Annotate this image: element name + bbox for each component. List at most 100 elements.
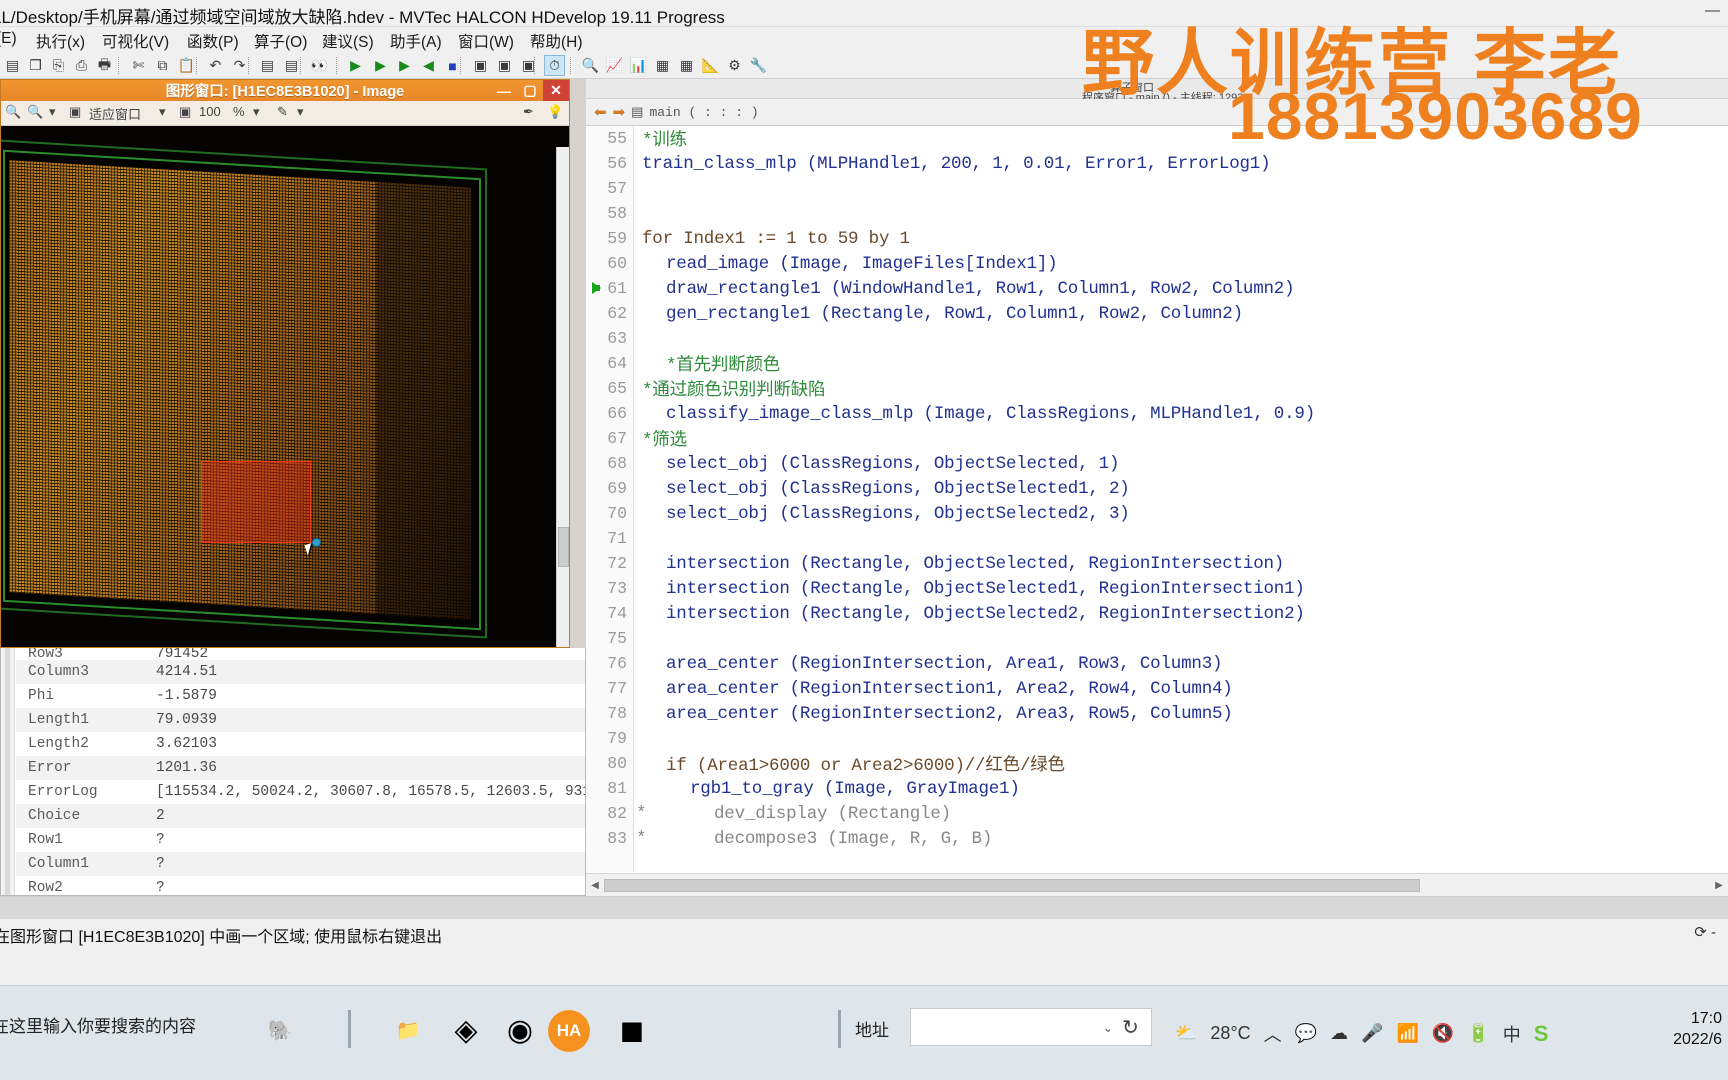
graphics-canvas[interactable] bbox=[1, 126, 569, 647]
code-line[interactable]: 58 bbox=[586, 201, 1728, 226]
menu-item-4[interactable]: 算子(O) bbox=[254, 30, 307, 52]
code-line[interactable]: 76 area_center (RegionIntersection, Area1… bbox=[586, 651, 1728, 676]
menu-item-0[interactable]: (E) bbox=[0, 30, 17, 48]
scroll-left-arrow-icon[interactable]: ◀ bbox=[588, 878, 602, 893]
selection-rectangle[interactable] bbox=[201, 461, 311, 543]
code-line[interactable]: 67 *筛选 bbox=[586, 426, 1728, 451]
fit-dropdown-chevron-icon[interactable]: ▾ bbox=[159, 104, 166, 120]
save-icon[interactable]: ▤ bbox=[2, 55, 23, 76]
code-line[interactable]: 73 intersection (Rectangle, ObjectSelecte… bbox=[586, 576, 1728, 601]
code-line[interactable]: 56 train_class_mlp (MLPHandle1, 200, 1, 0… bbox=[586, 151, 1728, 176]
reset-icon[interactable]: ▣ bbox=[470, 55, 491, 76]
code-line[interactable]: 65 *通过颜色识别判断缺陷 bbox=[586, 376, 1728, 401]
temperature-label[interactable]: 28°C bbox=[1210, 1023, 1250, 1044]
code-line[interactable]: 81 rgb1_to_gray (Image, GrayImage1) bbox=[586, 776, 1728, 801]
menu-item-2[interactable]: 可视化(V) bbox=[102, 30, 169, 52]
fit-window-icon[interactable]: ▣ bbox=[69, 104, 81, 120]
zoom-level-value[interactable]: 100 bbox=[199, 104, 221, 119]
code-line[interactable]: 69 select_obj (ClassRegions, ObjectSelect… bbox=[586, 476, 1728, 501]
nav-forward-icon[interactable]: ➡ bbox=[613, 103, 626, 121]
measure-icon[interactable]: 📐 bbox=[700, 55, 721, 76]
taskbar-clock[interactable]: 17:0 2022/6 bbox=[1673, 1008, 1722, 1050]
inspect-icon[interactable]: 🔍 bbox=[580, 55, 601, 76]
minimize-button[interactable]: — bbox=[1705, 2, 1720, 19]
address-refresh-button[interactable]: ↻ bbox=[1110, 1008, 1152, 1046]
current-procedure-label[interactable]: main ( : : : ) bbox=[649, 105, 758, 120]
variable-row[interactable]: ErrorLog [115534.2, 50024.2, 30607.8, 165… bbox=[16, 780, 585, 804]
timer-icon[interactable]: ⏱ bbox=[544, 55, 565, 76]
address-bar-input[interactable]: ⌄ bbox=[910, 1008, 1125, 1046]
app-icon[interactable]: ◼ bbox=[604, 1002, 660, 1058]
variable-panel-scrollbar[interactable] bbox=[1, 648, 15, 895]
variable-row[interactable]: Row3 791452 bbox=[16, 648, 585, 660]
halcon-icon[interactable]: HA bbox=[548, 1010, 590, 1052]
menu-item-5[interactable]: 建议(S) bbox=[322, 30, 374, 52]
variable-row[interactable]: Length1 79.0939 bbox=[16, 708, 585, 732]
tool-icon[interactable]: 🔧 bbox=[748, 55, 769, 76]
export-icon[interactable]: ⎘ bbox=[48, 55, 69, 76]
zoom-out-icon[interactable]: 🔍 bbox=[5, 104, 21, 120]
variable-row[interactable]: Row1? bbox=[16, 828, 585, 852]
pointer-tool-icon[interactable]: ✒ bbox=[523, 104, 534, 120]
variable-row[interactable]: Choice 2 bbox=[16, 804, 585, 828]
cut-icon[interactable]: ✄ bbox=[128, 55, 149, 76]
save-as-icon[interactable]: ❐ bbox=[25, 55, 46, 76]
cortana-elephant-icon[interactable]: 🐘 bbox=[252, 1002, 308, 1058]
paste-icon[interactable]: 📋 bbox=[176, 55, 197, 76]
zoom-dropdown-chevron-icon[interactable]: ▾ bbox=[49, 104, 56, 120]
graphics-vertical-scrollbar[interactable] bbox=[556, 147, 569, 647]
code-line[interactable]: 63 bbox=[586, 326, 1728, 351]
code-line[interactable]: * 82 dev_display (Rectangle) bbox=[586, 801, 1728, 826]
wifi-icon[interactable]: 📶 bbox=[1396, 1023, 1418, 1044]
uncomment-icon[interactable]: ▤ bbox=[281, 55, 302, 76]
zoom-level-chevron-icon[interactable]: ▾ bbox=[253, 104, 260, 120]
onedrive-icon[interactable]: ☁ bbox=[1330, 1023, 1348, 1044]
code-horizontal-scrollbar[interactable]: ◀ ▶ bbox=[586, 873, 1728, 896]
code-line[interactable]: 59 for Index1 := 1 to 59 by 1 bbox=[586, 226, 1728, 251]
binocular-icon[interactable]: 👀 bbox=[309, 55, 330, 76]
step-over-icon[interactable]: ▶ bbox=[370, 55, 391, 76]
calib-icon[interactable]: ⚙ bbox=[724, 55, 745, 76]
breakpoint-icon[interactable]: ▣ bbox=[518, 55, 539, 76]
code-editor[interactable]: 55 *训练 56 train_class_mlp (MLPHandle1, 200,… bbox=[586, 126, 1728, 872]
variable-row[interactable]: Phi -1.5879 bbox=[16, 684, 585, 708]
copy-icon[interactable]: ⧉ bbox=[152, 55, 173, 76]
taskbar-search-input[interactable]: 在这里输入你要搜索的内容 bbox=[0, 1012, 196, 1037]
code-line[interactable]: 62 gen_rectangle1 (Rectangle, Row1, Colum… bbox=[586, 301, 1728, 326]
profile-icon[interactable]: 📈 bbox=[604, 55, 625, 76]
code-line[interactable]: 80 if (Area1>6000 or Area2>6000)//红色/绿色 bbox=[586, 751, 1728, 776]
code-line[interactable]: 74 intersection (Rectangle, ObjectSelecte… bbox=[586, 601, 1728, 626]
draw-color-icon[interactable]: ✎ bbox=[277, 104, 288, 120]
code-line[interactable]: 60 read_image (Image, ImageFiles[Index1]) bbox=[586, 251, 1728, 276]
undo-icon[interactable]: ↶ bbox=[205, 55, 226, 76]
code-line[interactable]: 71 bbox=[586, 526, 1728, 551]
import-icon[interactable]: ⎙ bbox=[71, 55, 92, 76]
microphone-icon[interactable]: 🎤 bbox=[1361, 1023, 1383, 1044]
code-line[interactable]: 77 area_center (RegionIntersection1, Area… bbox=[586, 676, 1728, 701]
code-line[interactable]: 75 bbox=[586, 626, 1728, 651]
step-into-icon[interactable]: ▶ bbox=[394, 55, 415, 76]
graphics-minimize-button[interactable]: — bbox=[491, 80, 517, 101]
light-bulb-icon[interactable]: 💡 bbox=[547, 104, 563, 120]
variable-row[interactable]: Error 1201.36 bbox=[16, 756, 585, 780]
zoom-in-icon[interactable]: 🔍 bbox=[27, 104, 43, 120]
graphics-close-button[interactable]: ✕ bbox=[543, 80, 569, 101]
variable-row[interactable]: Column3 4214.51 bbox=[16, 660, 585, 684]
code-line[interactable]: 57 bbox=[586, 176, 1728, 201]
code-line[interactable]: 70 select_obj (ClassRegions, ObjectSelect… bbox=[586, 501, 1728, 526]
scroll-right-arrow-icon[interactable]: ▶ bbox=[1712, 878, 1726, 893]
code-scroll-thumb[interactable] bbox=[604, 879, 1420, 892]
step-out-icon[interactable]: ◀ bbox=[418, 55, 439, 76]
selection-handle[interactable] bbox=[312, 538, 321, 547]
code-line[interactable]: 66 classify_image_class_mlp (Image, Class… bbox=[586, 401, 1728, 426]
code-line[interactable]: * 83 decompose3 (Image, R, G, B) bbox=[586, 826, 1728, 851]
code-line[interactable]: 79 bbox=[586, 726, 1728, 751]
run-icon[interactable]: ▶ bbox=[345, 55, 366, 76]
draw-dropdown-chevron-icon[interactable]: ▾ bbox=[297, 104, 304, 120]
wechat-icon[interactable]: 💬 bbox=[1295, 1023, 1317, 1044]
edge-browser-icon[interactable]: ◉ bbox=[492, 1002, 548, 1058]
comment-icon[interactable]: ▤ bbox=[257, 55, 278, 76]
battery-icon[interactable]: 🔋 bbox=[1467, 1023, 1489, 1044]
volume-muted-icon[interactable]: 🔇 bbox=[1432, 1023, 1454, 1044]
menu-item-8[interactable]: 帮助(H) bbox=[530, 30, 583, 52]
